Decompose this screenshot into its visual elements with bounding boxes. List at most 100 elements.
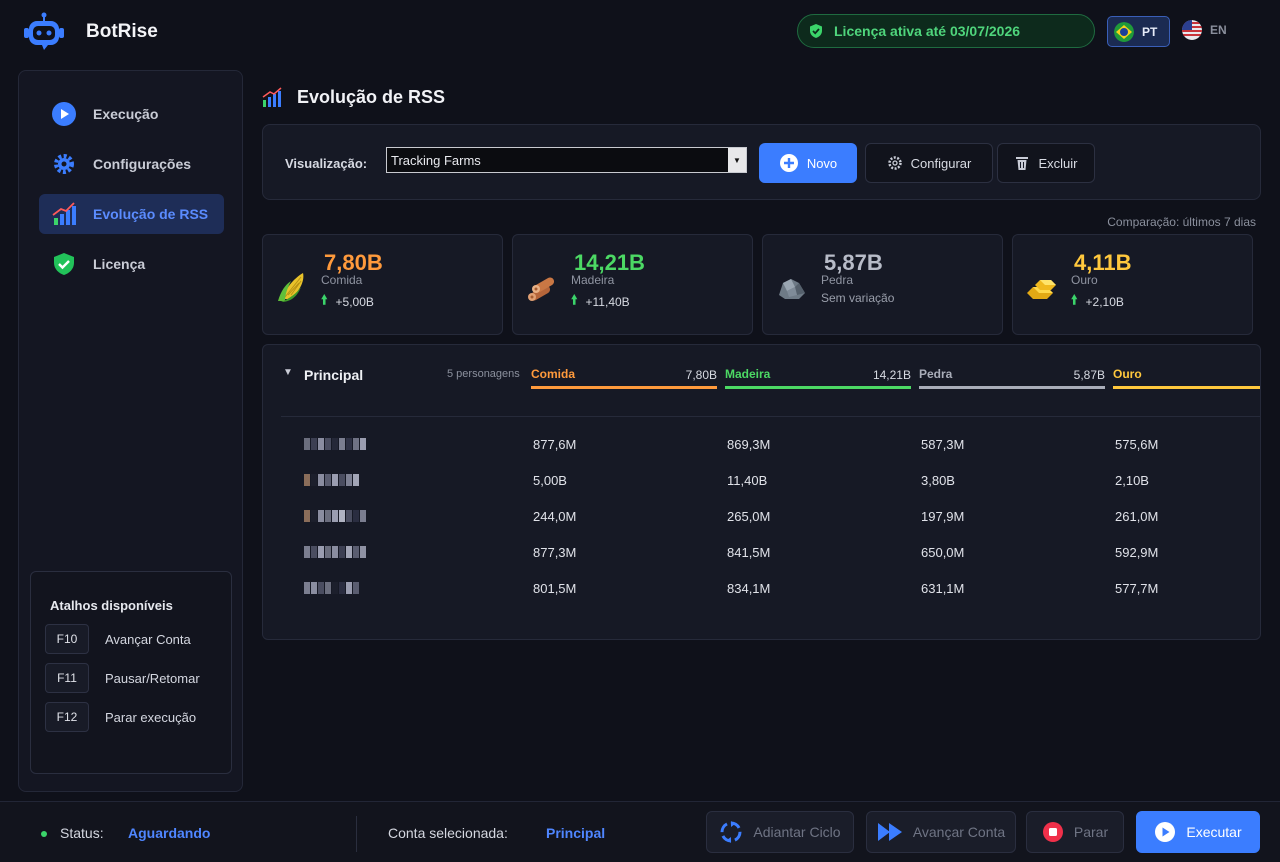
column-total: 14,21B (872, 368, 911, 382)
table-cell: 11,40B (727, 473, 768, 488)
shortcut-label: Pausar/Retomar (105, 670, 200, 686)
shortcut-row: F12 Parar execução (45, 701, 223, 733)
stat-delta-value: +5,00B (335, 295, 374, 309)
sidebar-item-rss-evolution[interactable]: Evolução de RSS (39, 194, 224, 234)
table-cell: 877,3M (533, 545, 577, 560)
column-total: 5,87B (1073, 368, 1105, 382)
table-cell: 265,0M (727, 509, 771, 524)
configure-label: Configurar (910, 155, 972, 171)
table-cell: 877,6M (533, 437, 577, 452)
shortcuts-panel: Atalhos disponíveis F10 Avançar Conta F1… (30, 571, 232, 774)
stat-delta: 🠙 +2,10B (1071, 291, 1124, 313)
sidebar-item-label: Configurações (93, 156, 192, 172)
cycle-icon (720, 821, 742, 843)
table-cell: 834,1M (727, 581, 771, 596)
app-name: BotRise (86, 21, 158, 42)
view-select-value: Tracking Farms (391, 152, 481, 168)
shortcut-key: F10 (45, 624, 89, 654)
shortcut-label: Parar execução (105, 709, 197, 725)
table-cell: 631,1M (921, 581, 965, 596)
table-divider (281, 416, 1260, 417)
sidebar-item-execution[interactable]: Execução (39, 94, 224, 134)
sidebar-item-settings[interactable]: Configurações (39, 144, 224, 184)
stat-delta-value: +11,40B (585, 295, 630, 309)
column-header-wood: Madeira 14,21B (725, 367, 911, 389)
wood-logs-icon (528, 277, 555, 301)
table-cell: 577,7M (1115, 581, 1159, 596)
stat-delta-value: +2,10B (1085, 295, 1124, 309)
run-button[interactable]: Executar (1136, 811, 1260, 853)
new-view-button[interactable]: Novo (759, 143, 857, 183)
stop-button[interactable]: Parar (1026, 811, 1124, 853)
fast-forward-icon (877, 823, 902, 841)
table-cell: 261,0M (1115, 509, 1159, 524)
arrow-up-icon: 🠙 (1071, 292, 1078, 307)
arrow-up-icon: 🠙 (571, 292, 578, 307)
table-cell: 587,3M (921, 437, 965, 452)
stop-circle-icon (1042, 822, 1063, 842)
column-total: 7,80B (685, 368, 717, 382)
table-cell: 592,9M (1115, 545, 1159, 560)
language-en-button[interactable]: EN (1182, 20, 1227, 40)
run-label: Executar (1186, 824, 1242, 840)
column-name: Comida (531, 367, 576, 381)
arrow-up-icon: 🠙 (321, 292, 328, 307)
sidebar-item-label: Evolução de RSS (93, 206, 209, 222)
stat-name: Pedra (821, 273, 854, 287)
page-title: Evolução de RSS (297, 87, 446, 107)
advance-cycle-button[interactable]: Adiantar Ciclo (706, 811, 854, 853)
stop-label: Parar (1073, 824, 1109, 840)
sidebar-item-license[interactable]: Licença (39, 244, 224, 284)
character-name-pixelated (304, 510, 366, 522)
status-footer: Status: Aguardando Conta selecionada: Pr… (0, 801, 1280, 862)
table-cell: 650,0M (921, 545, 965, 560)
language-en-label: EN (1210, 23, 1227, 37)
shortcut-label: Avançar Conta (105, 631, 191, 647)
bar-chart-icon (51, 201, 77, 227)
shortcut-row: F10 Avançar Conta (45, 623, 223, 655)
table-cell: 2,10B (1115, 473, 1149, 488)
chevron-down-icon[interactable]: ▼ (728, 148, 746, 172)
play-circle-icon (1155, 822, 1176, 842)
gold-bars-icon (1027, 280, 1056, 299)
license-text: Licença ativa até 03/07/2026 (834, 23, 1021, 39)
configure-button[interactable]: Configurar (865, 143, 993, 183)
bar-chart-icon (262, 87, 282, 107)
group-title[interactable]: Principal (304, 367, 363, 383)
plus-circle-icon (779, 154, 798, 172)
table-cell: 869,3M (727, 437, 771, 452)
gear-icon (51, 151, 77, 177)
character-count: 5 personagens (447, 368, 520, 380)
advance-account-label: Avançar Conta (912, 824, 1006, 840)
delete-button[interactable]: Excluir (997, 143, 1095, 183)
status-label: Status: (60, 825, 104, 841)
stat-delta-value: Sem variação (821, 291, 895, 305)
character-name-pixelated (304, 546, 366, 558)
table-cell: 197,9M (921, 509, 965, 524)
status-value: Aguardando (128, 825, 211, 841)
column-header-stone: Pedra 5,87B (919, 367, 1105, 389)
sidebar-item-label: Licença (93, 256, 146, 272)
collapse-caret-icon[interactable]: ▼ (283, 367, 293, 378)
license-status-badge: Licença ativa até 03/07/2026 (797, 14, 1095, 48)
advance-account-button[interactable]: Avançar Conta (866, 811, 1016, 853)
usa-flag-icon (1182, 20, 1202, 40)
stat-card-food: 7,80B Comida 🠙 +5,00B (262, 234, 503, 335)
column-name: Pedra (919, 367, 953, 381)
shortcuts-title: Atalhos disponíveis (50, 598, 173, 613)
stat-name: Comida (321, 273, 363, 287)
stat-card-wood: 14,21B Madeira 🠙 +11,40B (512, 234, 753, 335)
stone-icon (779, 279, 805, 299)
view-select[interactable]: Tracking Farms ▼ (386, 147, 747, 173)
account-table-panel: ▼ Principal 5 personagens Comida 7,80B M… (262, 344, 1261, 640)
language-pt-button[interactable]: PT (1107, 16, 1170, 47)
advance-cycle-label: Adiantar Ciclo (753, 824, 841, 840)
column-name: Ouro (1113, 367, 1142, 381)
table-cell: 244,0M (533, 509, 577, 524)
trash-icon (1016, 157, 1029, 170)
view-label: Visualização: (285, 156, 368, 171)
language-pt-label: PT (1142, 24, 1158, 39)
stat-name: Madeira (571, 273, 615, 287)
table-cell: 575,6M (1115, 437, 1159, 452)
stat-name: Ouro (1071, 273, 1098, 287)
